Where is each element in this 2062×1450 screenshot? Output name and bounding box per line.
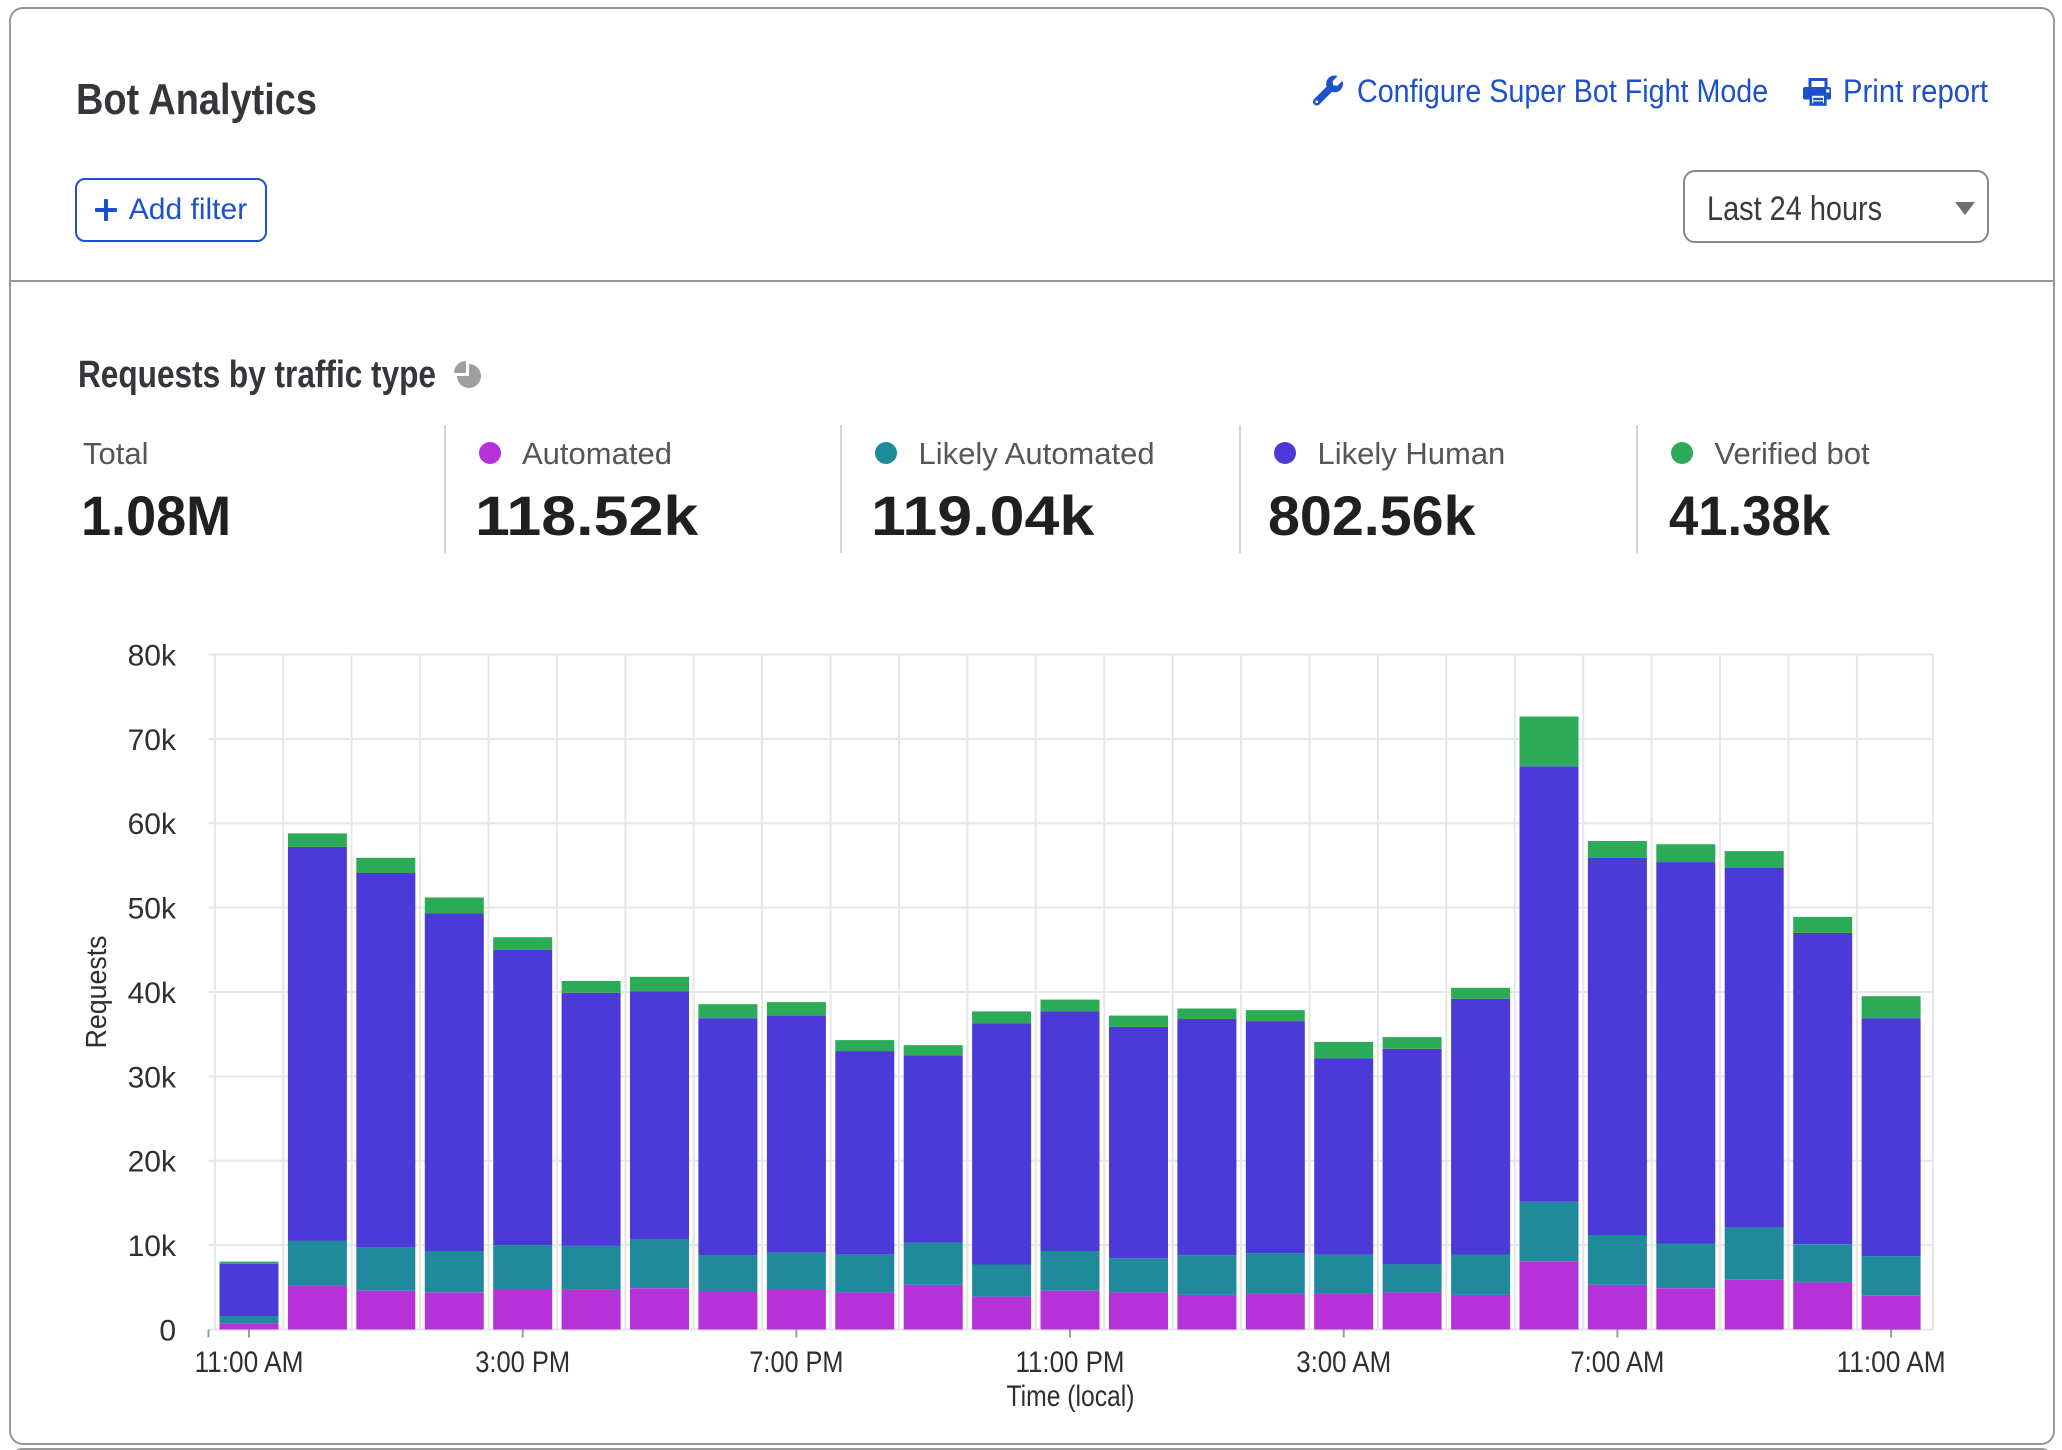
svg-text:7:00 AM: 7:00 AM (1570, 1346, 1664, 1379)
svg-text:30k: 30k (128, 1061, 177, 1094)
svg-text:80k: 80k (128, 639, 177, 672)
svg-text:0: 0 (159, 1314, 176, 1347)
svg-text:3:00 AM: 3:00 AM (1296, 1346, 1391, 1379)
svg-text:11:00 AM: 11:00 AM (195, 1346, 304, 1379)
svg-text:70k: 70k (128, 724, 177, 757)
svg-text:11:00 AM: 11:00 AM (1837, 1346, 1946, 1379)
svg-text:60k: 60k (128, 808, 177, 841)
svg-text:Requests: Requests (81, 936, 113, 1049)
svg-text:10k: 10k (128, 1230, 177, 1263)
svg-text:3:00 PM: 3:00 PM (475, 1346, 570, 1379)
svg-text:Time (local): Time (local) (1007, 1380, 1135, 1413)
svg-text:40k: 40k (128, 977, 177, 1010)
svg-text:20k: 20k (128, 1146, 177, 1179)
svg-text:50k: 50k (128, 893, 177, 926)
svg-text:11:00 PM: 11:00 PM (1016, 1346, 1125, 1379)
svg-text:7:00 PM: 7:00 PM (749, 1346, 843, 1379)
